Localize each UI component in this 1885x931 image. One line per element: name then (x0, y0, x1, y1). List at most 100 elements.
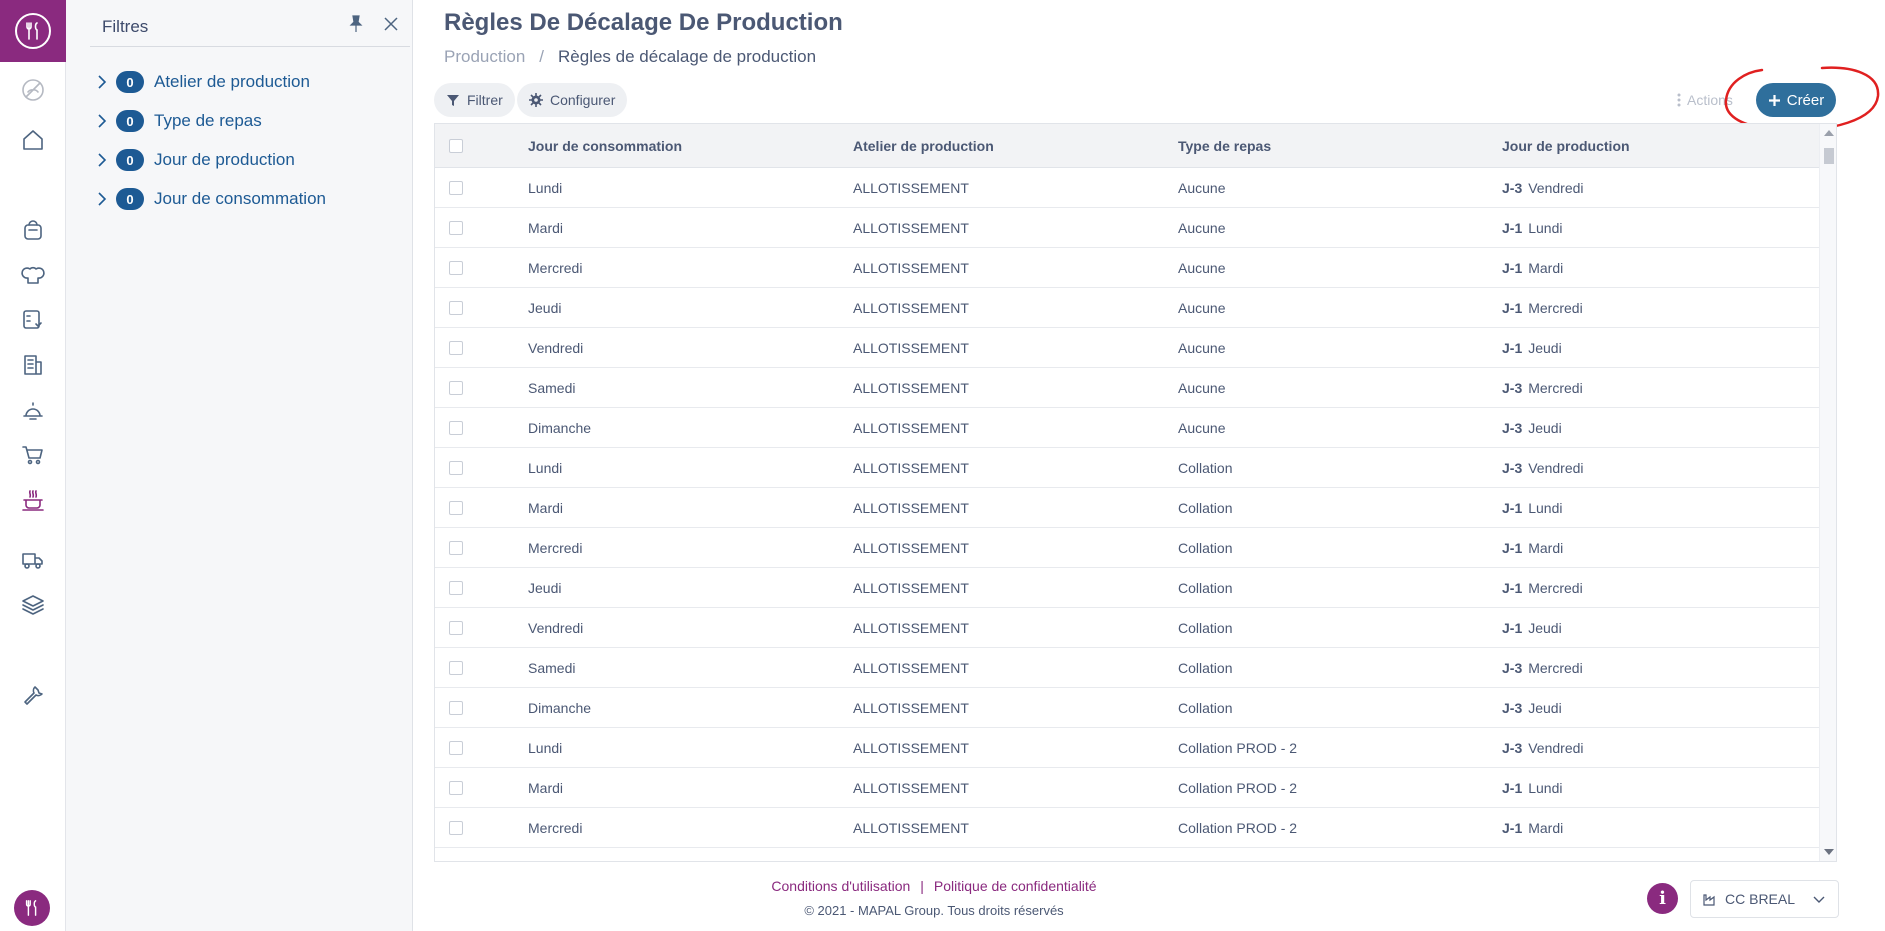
privacy-link[interactable]: Politique de confidentialité (934, 878, 1097, 894)
row-checkbox[interactable] (449, 261, 463, 275)
close-icon[interactable] (381, 14, 401, 34)
production-day: Jeudi (1528, 620, 1562, 636)
table-row[interactable]: Lundi ALLOTISSEMENT Collation J-3 Vendredi (435, 448, 1819, 488)
cell-jour-de-consommation: Mercredi (528, 540, 583, 556)
scrollbar-thumb[interactable] (1824, 148, 1834, 164)
production-day: Lundi (1528, 780, 1563, 796)
breadcrumb-link-production[interactable]: Production (444, 47, 525, 67)
scroll-up-arrow-icon[interactable] (1824, 130, 1834, 136)
cell-atelier-de-production: ALLOTISSEMENT (853, 780, 969, 796)
table-row[interactable]: Samedi ALLOTISSEMENT Aucune J-3 Mercredi (435, 368, 1819, 408)
row-checkbox[interactable] (449, 421, 463, 435)
facet-label: Type de repas (154, 111, 262, 130)
info-icon[interactable]: i (1647, 883, 1678, 914)
facet-jour-de-production[interactable]: 0 Jour de production (94, 147, 295, 173)
day-offset: J-3 (1502, 700, 1523, 716)
table-row[interactable]: Lundi ALLOTISSEMENT Collation PROD - 2 J-3 V… (435, 728, 1819, 768)
funnel-icon (447, 95, 459, 106)
table-row[interactable]: Mercredi ALLOTISSEMENT Collation PROD - 2 J… (435, 808, 1819, 848)
cell-atelier-de-production: ALLOTISSEMENT (853, 300, 969, 316)
column-header-type-de-repas[interactable]: Type de repas (1178, 124, 1271, 168)
no-food-icon[interactable] (17, 74, 49, 106)
table-row[interactable]: Dimanche ALLOTISSEMENT Aucune J-3 Jeudi (435, 408, 1819, 448)
site-selector[interactable]: CC BREAL (1690, 880, 1839, 918)
row-checkbox[interactable] (449, 741, 463, 755)
report-icon[interactable] (17, 349, 49, 381)
cloche-icon[interactable] (17, 394, 49, 426)
facet-type-de-repas[interactable]: 0 Type de repas (94, 108, 262, 134)
user-avatar[interactable] (14, 890, 50, 926)
cell-type-de-repas: Collation (1178, 500, 1233, 516)
column-header-jour-de-production[interactable]: Jour de production (1502, 124, 1630, 168)
table-row[interactable]: Jeudi ALLOTISSEMENT Collation J-1 Mercredi (435, 568, 1819, 608)
stack-icon[interactable] (17, 589, 49, 621)
day-offset: J-1 (1502, 260, 1523, 276)
facet-atelier-de-production[interactable]: 0 Atelier de production (94, 69, 310, 95)
row-checkbox[interactable] (449, 461, 463, 475)
table-row[interactable]: Mardi ALLOTISSEMENT Collation PROD - 2 J-1 L… (435, 768, 1819, 808)
table-row[interactable]: Jeudi ALLOTISSEMENT Aucune J-1 Mercredi (435, 288, 1819, 328)
row-checkbox[interactable] (449, 581, 463, 595)
actions-menu-button[interactable]: Actions (1669, 83, 1741, 117)
select-all-checkbox[interactable] (449, 139, 463, 153)
row-checkbox[interactable] (449, 701, 463, 715)
filters-panel: Filtres 0 Atelier de production 0 Type d… (66, 0, 413, 931)
row-checkbox[interactable] (449, 381, 463, 395)
cart-icon[interactable] (17, 439, 49, 471)
table-row[interactable]: Mercredi ALLOTISSEMENT Collation J-1 Mardi (435, 528, 1819, 568)
table-row[interactable]: Dimanche ALLOTISSEMENT Collation J-3 Jeudi (435, 688, 1819, 728)
column-header-jour-de-consommation[interactable]: Jour de consommation (528, 124, 682, 168)
table-row[interactable]: Samedi ALLOTISSEMENT Collation J-3 Mercredi (435, 648, 1819, 688)
vertical-scrollbar[interactable] (1819, 124, 1836, 861)
filter-button[interactable]: Filtrer (434, 83, 515, 117)
facet-jour-de-consommation[interactable]: 0 Jour de consommation (94, 186, 326, 212)
chef-hat-icon[interactable] (17, 259, 49, 291)
home-icon[interactable] (17, 124, 49, 156)
cell-jour-de-consommation: Samedi (528, 660, 576, 676)
facet-label: Atelier de production (154, 72, 310, 91)
cell-jour-de-consommation: Lundi (528, 740, 563, 756)
production-day: Jeudi (1528, 340, 1562, 356)
configure-button[interactable]: Configurer (517, 83, 628, 117)
cell-type-de-repas: Collation (1178, 460, 1233, 476)
cell-atelier-de-production: ALLOTISSEMENT (853, 460, 969, 476)
table-row[interactable]: Mercredi ALLOTISSEMENT Aucune J-1 Mardi (435, 248, 1819, 288)
pin-icon[interactable] (346, 14, 366, 34)
row-checkbox[interactable] (449, 821, 463, 835)
row-checkbox[interactable] (449, 501, 463, 515)
create-button[interactable]: Créer (1756, 83, 1836, 117)
production-pot-icon[interactable] (17, 484, 49, 516)
app-logo[interactable] (0, 0, 66, 62)
row-checkbox[interactable] (449, 301, 463, 315)
row-checkbox[interactable] (449, 661, 463, 675)
column-header-atelier-de-production[interactable]: Atelier de production (853, 124, 994, 168)
row-checkbox[interactable] (449, 541, 463, 555)
row-checkbox[interactable] (449, 621, 463, 635)
fork-knife-logo-icon (15, 13, 51, 49)
checklist-heart-icon[interactable] (17, 304, 49, 336)
day-offset: J-1 (1502, 500, 1523, 516)
table-row[interactable]: Mardi ALLOTISSEMENT Aucune J-1 Lundi (435, 208, 1819, 248)
production-day: Mardi (1528, 260, 1564, 276)
terms-link[interactable]: Conditions d'utilisation (771, 878, 910, 894)
row-checkbox[interactable] (449, 781, 463, 795)
row-checkbox[interactable] (449, 181, 463, 195)
delivery-truck-icon[interactable] (17, 544, 49, 576)
row-checkbox[interactable] (449, 341, 463, 355)
table-row[interactable]: Vendredi ALLOTISSEMENT Aucune J-1 Jeudi (435, 328, 1819, 368)
bag-icon[interactable] (17, 214, 49, 246)
cell-jour-de-consommation: Mercredi (528, 260, 583, 276)
wrench-icon[interactable] (17, 679, 49, 711)
table-row[interactable]: Vendredi ALLOTISSEMENT Collation J-1 Jeudi (435, 608, 1819, 648)
cell-type-de-repas: Aucune (1178, 420, 1226, 436)
cell-atelier-de-production: ALLOTISSEMENT (853, 340, 969, 356)
table-row[interactable]: Lundi ALLOTISSEMENT Aucune J-3 Vendredi (435, 168, 1819, 208)
cell-atelier-de-production: ALLOTISSEMENT (853, 740, 969, 756)
cell-type-de-repas: Collation (1178, 540, 1233, 556)
cell-jour-de-production: J-1 Jeudi (1502, 328, 1562, 368)
table-row[interactable]: Mardi ALLOTISSEMENT Collation J-1 Lundi (435, 488, 1819, 528)
cell-type-de-repas: Collation PROD - 2 (1178, 820, 1298, 836)
data-grid: Jour de consommation Atelier de producti… (434, 123, 1837, 862)
scroll-down-arrow-icon[interactable] (1824, 849, 1834, 855)
row-checkbox[interactable] (449, 221, 463, 235)
